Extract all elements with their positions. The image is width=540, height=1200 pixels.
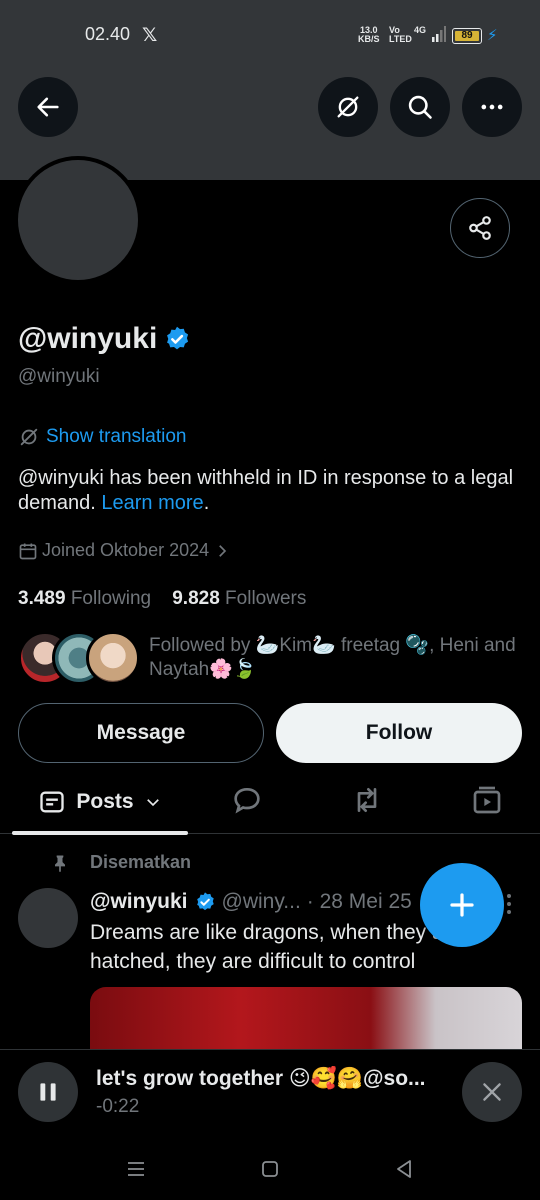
- post-header: @winyuki @winy... · 28 Mei 25: [90, 890, 412, 914]
- close-player-button[interactable]: [462, 1062, 522, 1122]
- search-icon: [408, 95, 432, 119]
- verified-badge-icon: [196, 892, 214, 911]
- plus-icon: [450, 893, 474, 917]
- recents-menu-icon[interactable]: [124, 1157, 148, 1181]
- pinned-label: Disematkan: [90, 852, 192, 872]
- follow-button[interactable]: Follow: [276, 703, 522, 763]
- media-mini-player: let's grow together 😉🥰🤗@so... -0:22: [0, 1049, 540, 1145]
- verified-badge-icon[interactable]: [163, 325, 191, 353]
- withheld-text: @winyuki has been withheld in ID in resp…: [18, 467, 514, 514]
- profile-handle: @winyuki: [18, 366, 100, 387]
- battery-icon: 89: [452, 28, 482, 44]
- tab-replies-icon[interactable]: [231, 784, 263, 816]
- post-handle: @winy...: [221, 890, 301, 913]
- tab-reposts-icon[interactable]: [351, 784, 383, 816]
- status-time: 02.40: [85, 24, 131, 44]
- more-button[interactable]: [462, 77, 522, 137]
- followers-link[interactable]: 9.828 Followers: [172, 588, 306, 609]
- volte-indicator: Vo LTED: [389, 26, 412, 44]
- player-time: -0:22: [96, 1096, 140, 1117]
- show-translation-label: Show translation: [46, 426, 187, 447]
- profile-name: @winyuki: [18, 322, 191, 356]
- signal-icon: [432, 26, 446, 42]
- tab-posts[interactable]: Posts: [12, 770, 188, 835]
- active-tab-indicator: [12, 831, 188, 835]
- follower-avatar: [86, 631, 140, 685]
- network-type: 4G: [414, 25, 427, 35]
- volte-bottom: LTED: [389, 34, 412, 44]
- following-count: 3.489: [18, 588, 66, 609]
- translate-off-icon: [20, 428, 38, 446]
- share-button[interactable]: [450, 198, 510, 258]
- player-title[interactable]: let's grow together 😉🥰🤗@so...: [96, 1066, 456, 1091]
- profile-avatar[interactable]: [14, 156, 142, 284]
- net-speed-unit: KB/S: [358, 34, 380, 44]
- share-icon: [469, 216, 491, 240]
- following-link[interactable]: 3.489 Following: [18, 588, 151, 609]
- post-date: · 28 Mei 25: [306, 890, 412, 913]
- arrow-left-icon: [37, 97, 59, 117]
- close-icon: [483, 1083, 501, 1101]
- back-triangle-icon[interactable]: [392, 1157, 416, 1181]
- translate-off-icon: [337, 96, 359, 118]
- calendar-icon: [19, 543, 37, 559]
- learn-more-link[interactable]: Learn more: [101, 492, 203, 514]
- posts-icon: [40, 791, 65, 813]
- message-button[interactable]: Message: [18, 703, 264, 763]
- followers-count: 9.828: [172, 588, 220, 609]
- chevron-right-icon: [219, 544, 227, 557]
- post-avatar[interactable]: [18, 888, 78, 948]
- follow-stats: 3.489 Following 9.828 Followers: [18, 588, 306, 610]
- followed-by-text[interactable]: Followed by 🦢Kim🦢 freetag 🫧, Heni and Na…: [149, 634, 519, 682]
- compose-button[interactable]: [420, 863, 504, 947]
- translate-button[interactable]: [318, 77, 378, 137]
- display-name: @winyuki: [18, 322, 158, 355]
- search-button[interactable]: [390, 77, 450, 137]
- show-translation-link[interactable]: Show translation: [18, 426, 186, 448]
- followed-by-avatars[interactable]: [18, 631, 140, 685]
- more-horizontal-icon: [481, 104, 503, 110]
- x-logo-icon: 𝕏: [142, 25, 158, 46]
- followers-label: Followers: [225, 588, 307, 609]
- pause-icon: [40, 1083, 56, 1101]
- joined-label: Joined Oktober 2024: [42, 540, 210, 560]
- net-speed: 13.0 KB/S: [358, 26, 380, 44]
- system-nav-bar: [0, 1145, 540, 1200]
- pin-icon: [55, 855, 65, 872]
- withheld-notice: @winyuki has been withheld in ID in resp…: [18, 466, 518, 516]
- tab-posts-label: Posts: [76, 790, 134, 813]
- status-bar: 02.40 𝕏 13.0 KB/S Vo LTED 4G 89 ⚡: [0, 0, 540, 72]
- battery-level: 89: [461, 30, 473, 41]
- back-button[interactable]: [18, 77, 78, 137]
- chevron-down-icon: [146, 799, 159, 807]
- joined-date[interactable]: Joined Oktober 2024: [18, 540, 231, 561]
- home-icon[interactable]: [258, 1157, 282, 1181]
- profile-tabs: Posts: [0, 770, 540, 835]
- charging-bolt-icon: ⚡: [487, 27, 498, 44]
- following-label: Following: [70, 588, 152, 609]
- post-author[interactable]: @winyuki: [90, 890, 188, 914]
- pinned-indicator: Disematkan: [50, 852, 191, 873]
- pause-button[interactable]: [18, 1062, 78, 1122]
- withheld-period: .: [203, 492, 210, 514]
- post-more-icon[interactable]: [504, 892, 514, 916]
- tab-media-icon[interactable]: [471, 784, 503, 816]
